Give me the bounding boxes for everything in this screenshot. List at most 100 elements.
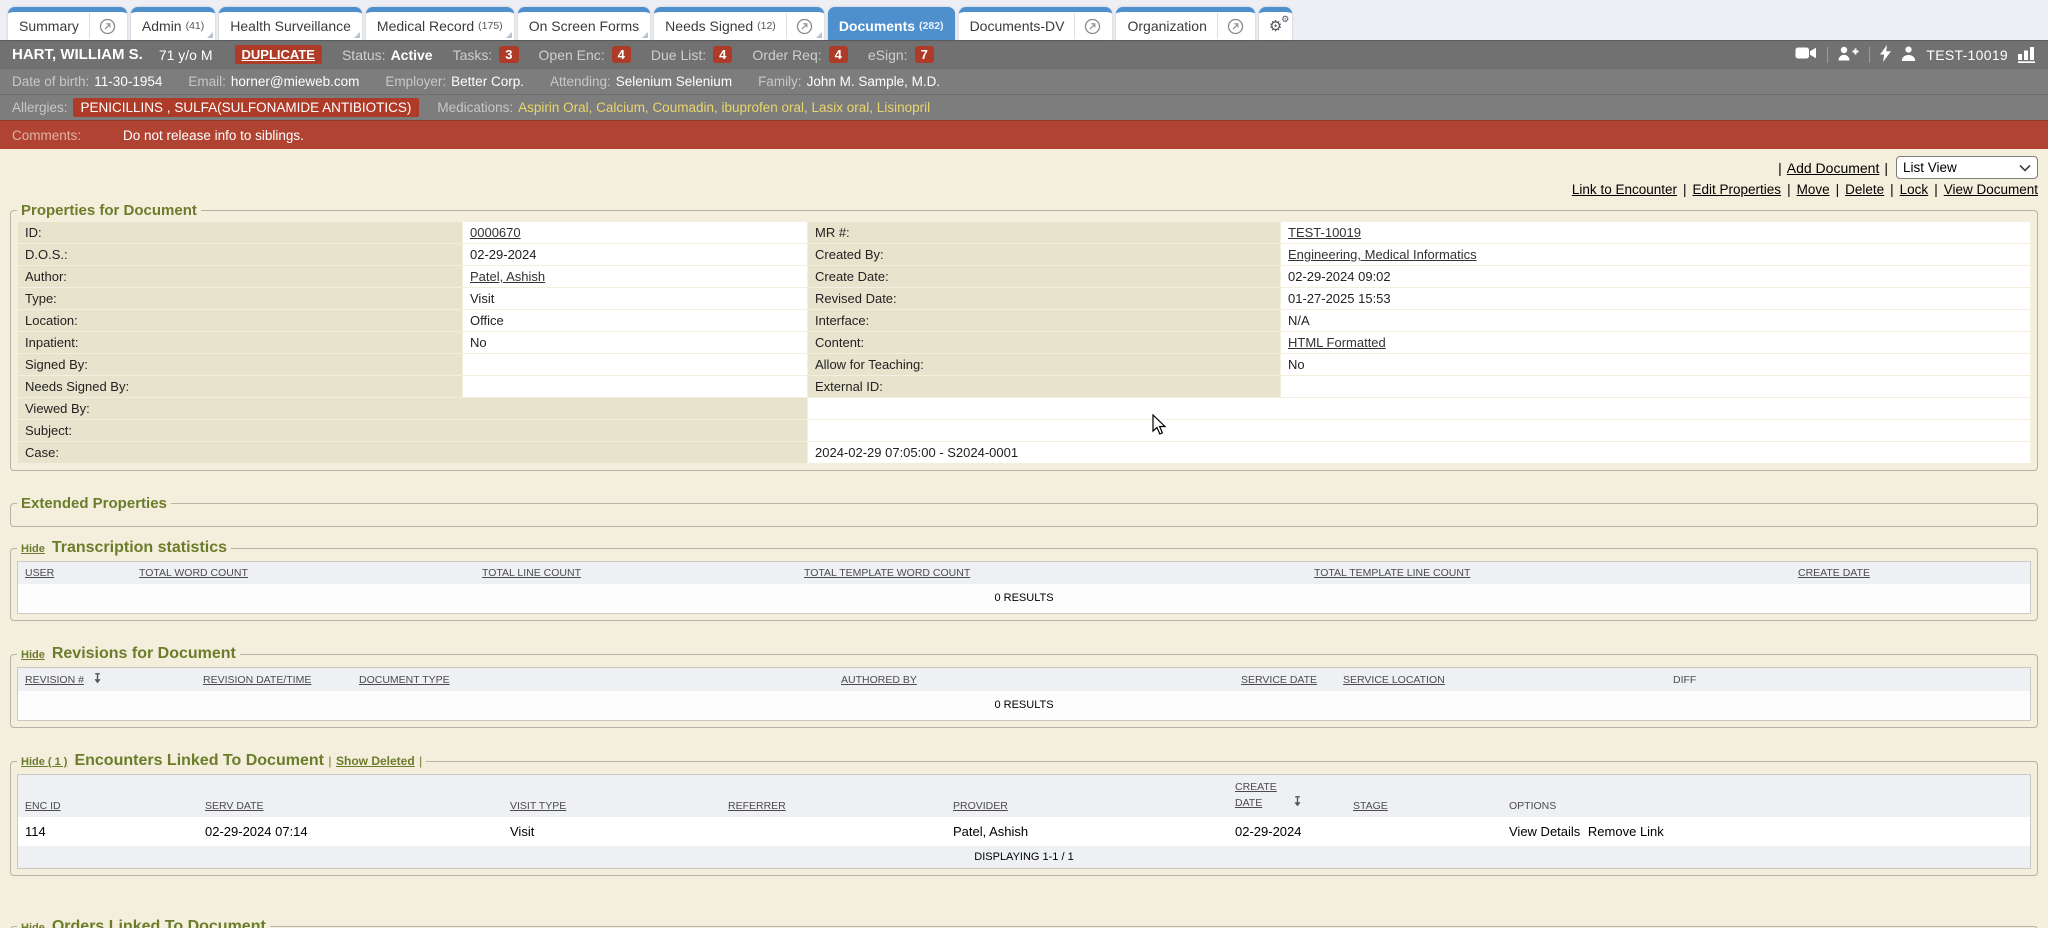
column-header-stage[interactable]: STAGE bbox=[1353, 800, 1388, 812]
add-document-link[interactable]: Add Document bbox=[1787, 160, 1880, 176]
hide-transcription-link[interactable]: Hide bbox=[21, 543, 45, 555]
column-header-total-line-count[interactable]: TOTAL LINE COUNT bbox=[482, 567, 581, 579]
mr-number-link[interactable]: TEST-10019 bbox=[1288, 225, 1361, 240]
encounters-section: Hide ( 1 )Encounters Linked To Document … bbox=[10, 752, 2038, 876]
created-by-link[interactable]: Engineering, Medical Informatics bbox=[1288, 247, 1477, 262]
remove-link-link[interactable]: Remove Link bbox=[1588, 824, 1664, 839]
edit-properties-link[interactable]: Edit Properties bbox=[1693, 182, 1782, 197]
column-header-provider[interactable]: PROVIDER bbox=[953, 800, 1008, 812]
column-header-enc-id[interactable]: ENC ID bbox=[25, 800, 61, 812]
hide-revisions-link[interactable]: Hide bbox=[21, 649, 45, 661]
transcription-title: Transcription statistics bbox=[52, 539, 227, 556]
needs-signed-value bbox=[463, 376, 807, 397]
id-label: ID: bbox=[18, 222, 462, 243]
separator: | bbox=[1890, 182, 1894, 197]
delete-link[interactable]: Delete bbox=[1845, 182, 1884, 197]
separator: | bbox=[1683, 182, 1687, 197]
tab-medical-record[interactable]: Medical Record (175) bbox=[366, 7, 514, 40]
move-link[interactable]: Move bbox=[1797, 182, 1830, 197]
patient-id[interactable]: TEST-10019 bbox=[1926, 47, 2008, 63]
link-to-encounter-link[interactable]: Link to Encounter bbox=[1572, 182, 1677, 197]
tab-needs-signed-label: Needs Signed bbox=[665, 18, 753, 34]
open-enc-count-badge[interactable]: 4 bbox=[612, 46, 631, 63]
order-req-count-badge[interactable]: 4 bbox=[829, 46, 848, 63]
comments-bar: Comments: Do not release info to sibling… bbox=[0, 120, 2048, 149]
tab-on-screen-forms[interactable]: On Screen Forms bbox=[518, 7, 650, 40]
popup-window-icon[interactable] bbox=[99, 18, 116, 35]
allergies-bar: Allergies: PENICILLINS , SULFA(SULFONAMI… bbox=[0, 94, 2048, 120]
comments-label: Comments: bbox=[12, 128, 81, 143]
author-link[interactable]: Patel, Ashish bbox=[470, 269, 545, 284]
provider-cell: Patel, Ashish bbox=[946, 817, 1228, 846]
popup-window-icon[interactable] bbox=[1084, 18, 1101, 35]
view-mode-select[interactable]: List View bbox=[1896, 156, 2038, 179]
dos-label: D.O.S.: bbox=[18, 244, 462, 265]
revised-date-label: Revised Date: bbox=[808, 288, 1280, 309]
duplicate-badge[interactable]: DUPLICATE bbox=[235, 45, 322, 64]
comments-text: Do not release info to siblings. bbox=[123, 128, 304, 143]
column-header-total-template-line-count[interactable]: TOTAL TEMPLATE LINE COUNT bbox=[1314, 567, 1470, 579]
column-header-service-location[interactable]: SERVICE LOCATION bbox=[1343, 674, 1445, 686]
column-header-referrer[interactable]: REFERRER bbox=[728, 800, 786, 812]
esign-count-badge[interactable]: 7 bbox=[915, 46, 934, 63]
sort-descending-icon[interactable] bbox=[1293, 796, 1302, 807]
tab-needs-signed[interactable]: Needs Signed (12) bbox=[654, 7, 824, 40]
hide-encounters-link[interactable]: Hide ( 1 ) bbox=[21, 756, 67, 768]
tab-admin[interactable]: Admin (41) bbox=[131, 7, 215, 40]
video-visit-icon[interactable] bbox=[1795, 46, 1817, 63]
results-text: 0 RESULTS bbox=[18, 691, 2030, 720]
document-id-link[interactable]: 0000670 bbox=[470, 225, 521, 240]
flowsheet-chart-icon[interactable] bbox=[2018, 46, 2036, 63]
column-header-document-type[interactable]: DOCUMENT TYPE bbox=[359, 674, 450, 686]
medications-list: Aspirin Oral, Calcium, Coumadin, ibuprof… bbox=[518, 100, 930, 115]
patient-name: HART, WILLIAM S. bbox=[12, 46, 143, 63]
revisions-table: REVISION # REVISION DATE/TIME DOCUMENT T… bbox=[17, 667, 2031, 721]
tab-summary[interactable]: Summary bbox=[8, 7, 127, 40]
hide-orders-link[interactable]: Hide bbox=[21, 922, 45, 928]
viewed-by-label: Viewed By: bbox=[18, 398, 807, 419]
revisions-header-row: REVISION # REVISION DATE/TIME DOCUMENT T… bbox=[18, 668, 2030, 691]
extended-properties-fieldset: Extended Properties bbox=[10, 495, 2038, 527]
popup-window-icon[interactable] bbox=[796, 18, 813, 35]
quick-action-bolt-icon[interactable] bbox=[1880, 45, 1891, 65]
patient-silhouette-icon[interactable] bbox=[1901, 46, 1916, 64]
tab-documents-dv[interactable]: Documents-DV bbox=[959, 7, 1113, 40]
content-link[interactable]: HTML Formatted bbox=[1288, 335, 1386, 350]
tab-health-surveillance[interactable]: Health Surveillance bbox=[219, 7, 362, 40]
stage-cell bbox=[1346, 817, 1502, 846]
popup-window-icon[interactable] bbox=[1227, 18, 1244, 35]
column-header-visit-type[interactable]: VISIT TYPE bbox=[510, 800, 566, 812]
orders-title: Orders Linked To Document bbox=[52, 918, 266, 928]
lock-link[interactable]: Lock bbox=[1900, 182, 1929, 197]
column-header-revision-datetime[interactable]: REVISION DATE/TIME bbox=[203, 674, 311, 686]
column-header-revision-number[interactable]: REVISION # bbox=[25, 674, 84, 686]
tab-health-surveillance-label: Health Surveillance bbox=[230, 18, 351, 34]
document-actions: Link to Encounter | Edit Properties | Mo… bbox=[0, 181, 2048, 202]
view-details-link[interactable]: View Details bbox=[1509, 824, 1580, 839]
divider bbox=[1869, 47, 1870, 63]
author-label: Author: bbox=[18, 266, 462, 287]
interface-label: Interface: bbox=[808, 310, 1280, 331]
column-header-service-date[interactable]: SERVICE DATE bbox=[1241, 674, 1317, 686]
sort-descending-icon[interactable] bbox=[93, 673, 102, 684]
tasks-count-badge[interactable]: 3 bbox=[499, 46, 518, 63]
column-header-total-word-count[interactable]: TOTAL WORD COUNT bbox=[139, 567, 248, 579]
column-header-authored-by[interactable]: AUTHORED BY bbox=[841, 674, 917, 686]
tab-organization[interactable]: Organization bbox=[1116, 7, 1254, 40]
tab-documents[interactable]: Documents (282) bbox=[828, 7, 955, 40]
column-header-user[interactable]: USER bbox=[25, 567, 54, 579]
viewed-by-value bbox=[808, 398, 2030, 419]
view-document-link[interactable]: View Document bbox=[1944, 182, 2038, 197]
properties-legend: Properties for Document bbox=[17, 202, 201, 219]
tab-medical-record-label: Medical Record bbox=[377, 18, 474, 34]
column-header-create-date[interactable]: CREATE DATE bbox=[1798, 567, 1870, 579]
show-deleted-link[interactable]: Show Deleted bbox=[336, 754, 415, 768]
column-header-create-date[interactable]: CREATE DATE bbox=[1235, 780, 1287, 812]
add-user-icon[interactable] bbox=[1838, 46, 1859, 64]
column-header-total-template-word-count[interactable]: TOTAL TEMPLATE WORD COUNT bbox=[804, 567, 970, 579]
column-header-serv-date[interactable]: SERV DATE bbox=[205, 800, 264, 812]
due-list-count-badge[interactable]: 4 bbox=[713, 46, 732, 63]
settings-tab[interactable]: ⚙⚙ bbox=[1259, 7, 1292, 40]
email-value: horner@mieweb.com bbox=[231, 74, 360, 89]
tab-medical-record-count: (175) bbox=[478, 20, 503, 32]
